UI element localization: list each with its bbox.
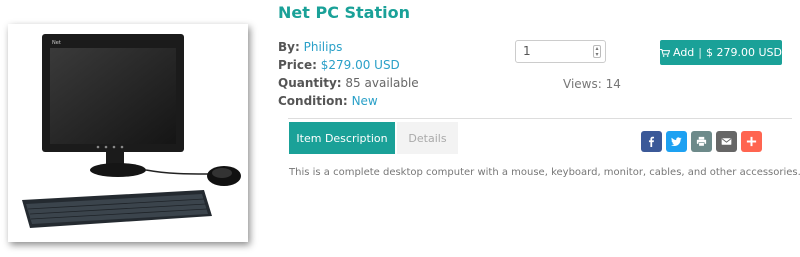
facebook-share-button[interactable] — [641, 131, 662, 152]
section-divider — [288, 118, 792, 119]
product-image: Net — [8, 24, 248, 242]
item-description-text: This is a complete desktop computer with… — [289, 167, 800, 178]
price-value: $279.00 USD — [320, 58, 400, 72]
add-to-cart-button[interactable]: Add | $ 279.00 USD — [660, 40, 782, 65]
plus-icon — [746, 136, 757, 147]
tab-item-description[interactable]: Item Description — [289, 122, 395, 154]
quantity-label: Quantity: — [278, 76, 342, 90]
email-share-button[interactable] — [716, 131, 737, 152]
twitter-icon — [671, 137, 682, 147]
price-label: Price: — [278, 58, 317, 72]
facebook-icon — [648, 136, 655, 147]
stepper-arrows-icon[interactable]: ▴ ▾ — [593, 45, 601, 58]
quantity-stepper[interactable]: ▴▾ — [515, 40, 606, 63]
desktop-computer-illustration: Net — [22, 34, 241, 228]
price-row: Price: $279.00 USD — [278, 56, 419, 74]
brand-link[interactable]: Philips — [304, 40, 343, 54]
brand-row: By: Philips — [278, 38, 419, 56]
product-title: Net PC Station — [278, 3, 410, 22]
monitor-brand-text: Net — [52, 40, 61, 46]
add-button-separator: | — [698, 46, 702, 59]
email-icon — [721, 138, 732, 145]
product-info: By: Philips Price: $279.00 USD Quantity:… — [278, 38, 419, 110]
add-button-price: $ 279.00 USD — [706, 46, 782, 59]
more-share-button[interactable] — [741, 131, 762, 152]
twitter-share-button[interactable] — [666, 131, 687, 152]
shopping-cart-icon — [660, 48, 670, 57]
condition-link[interactable]: New — [352, 94, 378, 108]
brand-label: By: — [278, 40, 300, 54]
tab-details[interactable]: Details — [397, 122, 458, 154]
print-icon — [696, 136, 707, 147]
views-count: Views: 14 — [563, 77, 621, 91]
quantity-value: 85 available — [345, 76, 419, 90]
add-button-label: Add — [672, 46, 695, 59]
condition-label: Condition: — [278, 94, 348, 108]
condition-row: Condition: New — [278, 92, 419, 110]
quantity-row: Quantity: 85 available — [278, 74, 419, 92]
quantity-input[interactable] — [523, 44, 583, 58]
print-share-button[interactable] — [691, 131, 712, 152]
